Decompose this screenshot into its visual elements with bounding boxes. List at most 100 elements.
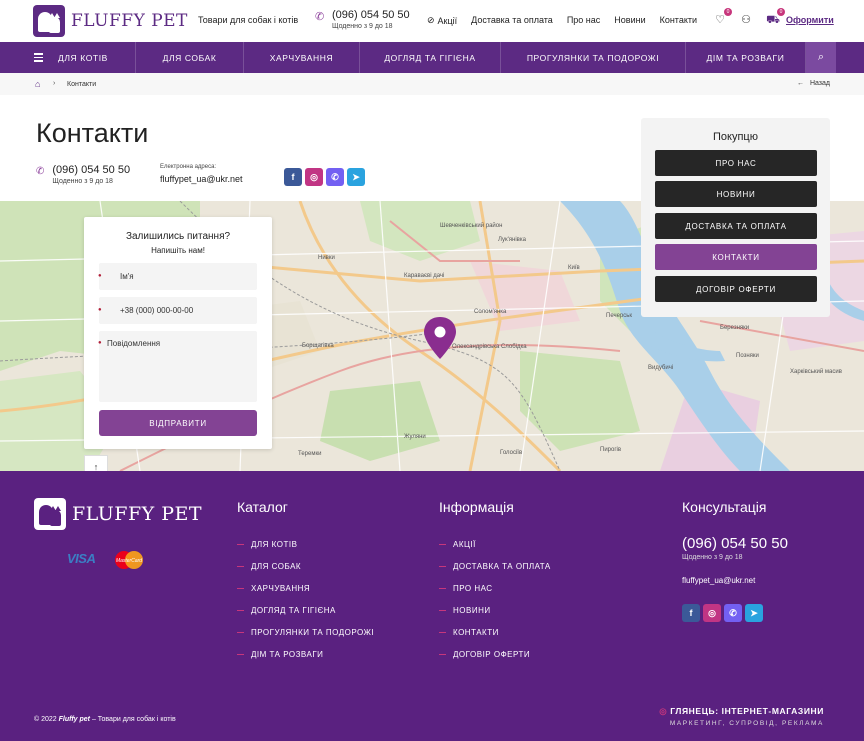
catalog-list: ДЛЯ КОТІВ ДЛЯ СОБАК ХАРЧУВАННЯ ДОГЛЯД ТА… <box>237 533 374 665</box>
instagram-icon[interactable]: ◎ <box>305 168 323 186</box>
category-food[interactable]: ХАРЧУВАННЯ <box>244 42 360 73</box>
nav-link-promotions[interactable]: ⊘ Акції <box>427 15 457 26</box>
cart-count-badge: 0 <box>777 8 785 16</box>
wishlist-button[interactable]: ♡ 0 <box>713 8 732 27</box>
phone-number: (096) 054 50 50 <box>332 9 410 21</box>
category-nav: ДЛЯ КОТІВ ДЛЯ СОБАК ХАРЧУВАННЯ ДОГЛЯД ТА… <box>0 42 864 73</box>
top-header: FLUFFY PET Товари для собак і котів ✆ (0… <box>0 0 864 42</box>
footer-link[interactable]: ДІМ ТА РОЗВАГИ <box>237 643 374 665</box>
tagline: Товари для собак і котів <box>198 15 299 25</box>
header-phone[interactable]: ✆ (096) 054 50 50 Щоденно з 9 до 18 <box>315 9 410 30</box>
side-menu-about[interactable]: ПРО НАС <box>655 150 817 176</box>
copyright-brand: Fluffy pet <box>58 716 91 723</box>
catalog-title: Каталог <box>237 499 288 515</box>
category-dogs[interactable]: ДЛЯ СОБАК <box>136 42 244 73</box>
nav-link-about[interactable]: Про нас <box>567 15 600 26</box>
info-list: АКЦІЇ ДОСТАВКА ТА ОПЛАТА ПРО НАС НОВИНИ … <box>439 533 551 665</box>
map-label: Пирогів <box>600 447 621 453</box>
side-menu-delivery[interactable]: ДОСТАВКА ТА ОПЛАТА <box>655 213 817 239</box>
map-label: Шевченківський район <box>440 222 502 229</box>
developer-name: ГЛЯНЕЦЬ: ІНТЕРНЕТ-МАГАЗИНИ <box>670 706 824 716</box>
logo[interactable]: FLUFFY PET <box>33 5 188 37</box>
viber-icon[interactable]: ✆ <box>326 168 344 186</box>
footer-link[interactable]: ПРОГУЛЯНКИ ТА ПОДОРОЖІ <box>237 621 374 643</box>
facebook-icon[interactable]: f <box>682 604 700 622</box>
side-menu-news[interactable]: НОВИНИ <box>655 181 817 207</box>
submit-button[interactable]: ВІДПРАВИТИ <box>99 410 257 436</box>
wishlist-count-badge: 0 <box>724 8 732 16</box>
contact-phone[interactable]: ✆ (096) 054 50 50 Щоденно з 9 до 18 <box>36 164 130 185</box>
nav-link-label: Акції <box>437 15 458 26</box>
visa-icon: VISA <box>67 551 96 566</box>
header-nav: ⊘ Акції Доставка та оплата Про нас Новини… <box>427 15 697 26</box>
footer-link[interactable]: ПРО НАС <box>439 577 551 599</box>
nav-link-delivery[interactable]: Доставка та оплата <box>471 15 553 26</box>
form-title: Залишились питання? <box>125 231 231 242</box>
viber-icon[interactable]: ✆ <box>724 604 742 622</box>
name-field[interactable]: ● Ім'я <box>98 263 257 290</box>
home-icon[interactable]: ⌂ <box>35 79 40 89</box>
cart-button[interactable]: ⛟ 0 <box>766 8 785 27</box>
map-label: Київ <box>568 265 580 271</box>
info-title: Інформація <box>439 499 514 515</box>
user-icon: ⚇ <box>741 14 751 26</box>
phone-hours: Щоденно з 9 до 18 <box>332 23 393 30</box>
telegram-icon[interactable]: ➤ <box>745 604 763 622</box>
email-label: Електронна адреса: <box>160 164 217 170</box>
nav-link-news[interactable]: Новини <box>614 15 645 26</box>
required-marker: ● <box>98 340 102 346</box>
map-label: Олександрівська Слобідка <box>452 344 527 350</box>
phone-icon: ✆ <box>315 11 325 23</box>
search-button[interactable]: ⌕ <box>806 42 836 73</box>
message-field[interactable]: ● Повідомлення <box>98 331 257 402</box>
footer-link[interactable]: КОНТАКТИ <box>439 621 551 643</box>
instagram-icon[interactable]: ◎ <box>703 604 721 622</box>
map-label: Видубичі <box>648 365 673 371</box>
developer-tagline: МАРКЕТИНГ, СУПРОВІД, РЕКЛАМА <box>669 720 824 727</box>
developer-credit[interactable]: ◎ ГЛЯНЕЦЬ: ІНТЕРНЕТ-МАГАЗИНИ МАРКЕТИНГ, … <box>659 706 824 727</box>
footer-email[interactable]: fluffypet_ua@ukr.net <box>682 576 755 585</box>
arrow-left-icon: ← <box>796 80 804 87</box>
account-button[interactable]: ⚇ <box>739 13 753 27</box>
phone-placeholder: +38 (000) 000-00-00 <box>120 306 194 315</box>
contact-phone-hours: Щоденно з 9 до 18 <box>52 178 113 185</box>
category-home[interactable]: ДІМ ТА РОЗВАГИ <box>686 42 806 73</box>
telegram-icon[interactable]: ➤ <box>347 168 365 186</box>
menu-icon[interactable] <box>34 42 54 73</box>
email-link[interactable]: fluffypet_ua@ukr.net <box>160 174 243 184</box>
map-pin-icon[interactable] <box>424 317 456 359</box>
footer-link[interactable]: ХАРЧУВАННЯ <box>237 577 374 599</box>
category-grooming[interactable]: ДОГЛЯД ТА ГІГІЄНА <box>360 42 501 73</box>
footer-link[interactable]: ДОГЛЯД ТА ГІГІЄНА <box>237 599 374 621</box>
category-walks[interactable]: ПРОГУЛЯНКИ ТА ПОДОРОЖІ <box>501 42 686 73</box>
nav-link-contacts[interactable]: Контакти <box>660 15 697 26</box>
footer-link[interactable]: ДОСТАВКА ТА ОПЛАТА <box>439 555 551 577</box>
consult-title: Консультація <box>682 499 767 515</box>
map-label: Позняки <box>736 353 759 359</box>
heart-icon: ♡ <box>715 14 725 26</box>
footer-phone[interactable]: (096) 054 50 50 <box>682 535 788 552</box>
footer-link[interactable]: ДЛЯ КОТІВ <box>237 533 374 555</box>
category-cats[interactable]: ДЛЯ КОТІВ <box>58 42 136 73</box>
copyright: © 2022 Fluffy pet – Товари для собак і к… <box>34 716 176 723</box>
contact-phone-number: (096) 054 50 50 <box>52 164 131 176</box>
mastercard-label: MasterCard <box>116 558 142 564</box>
logo-pets-icon <box>34 498 66 530</box>
footer-link[interactable]: НОВИНИ <box>439 599 551 621</box>
side-menu-offer[interactable]: ДОГОВІР ОФЕРТИ <box>655 276 817 302</box>
footer-logo[interactable]: FLUFFY PET <box>34 498 202 530</box>
side-menu-contacts[interactable]: КОНТАКТИ <box>655 244 817 270</box>
breadcrumb: ⌂ › Контакти ← Назад <box>0 73 864 95</box>
map-label: Голосіїв <box>500 450 522 456</box>
phone-field[interactable]: ● +38 (000) 000-00-00 <box>98 297 257 324</box>
footer-link[interactable]: АКЦІЇ <box>439 533 551 555</box>
customer-menu: Покупцю ПРО НАС НОВИНИ ДОСТАВКА ТА ОПЛАТ… <box>641 118 830 317</box>
footer-link[interactable]: ДЛЯ СОБАК <box>237 555 374 577</box>
back-link[interactable]: ← Назад <box>797 80 830 87</box>
footer-link[interactable]: ДОГОВІР ОФЕРТИ <box>439 643 551 665</box>
checkout-link[interactable]: Оформити <box>786 15 834 25</box>
footer-socials: f ◎ ✆ ➤ <box>682 604 763 622</box>
map-label: Березняки <box>720 325 749 331</box>
page: FLUFFY PET Товари для собак і котів ✆ (0… <box>0 0 864 741</box>
facebook-icon[interactable]: f <box>284 168 302 186</box>
